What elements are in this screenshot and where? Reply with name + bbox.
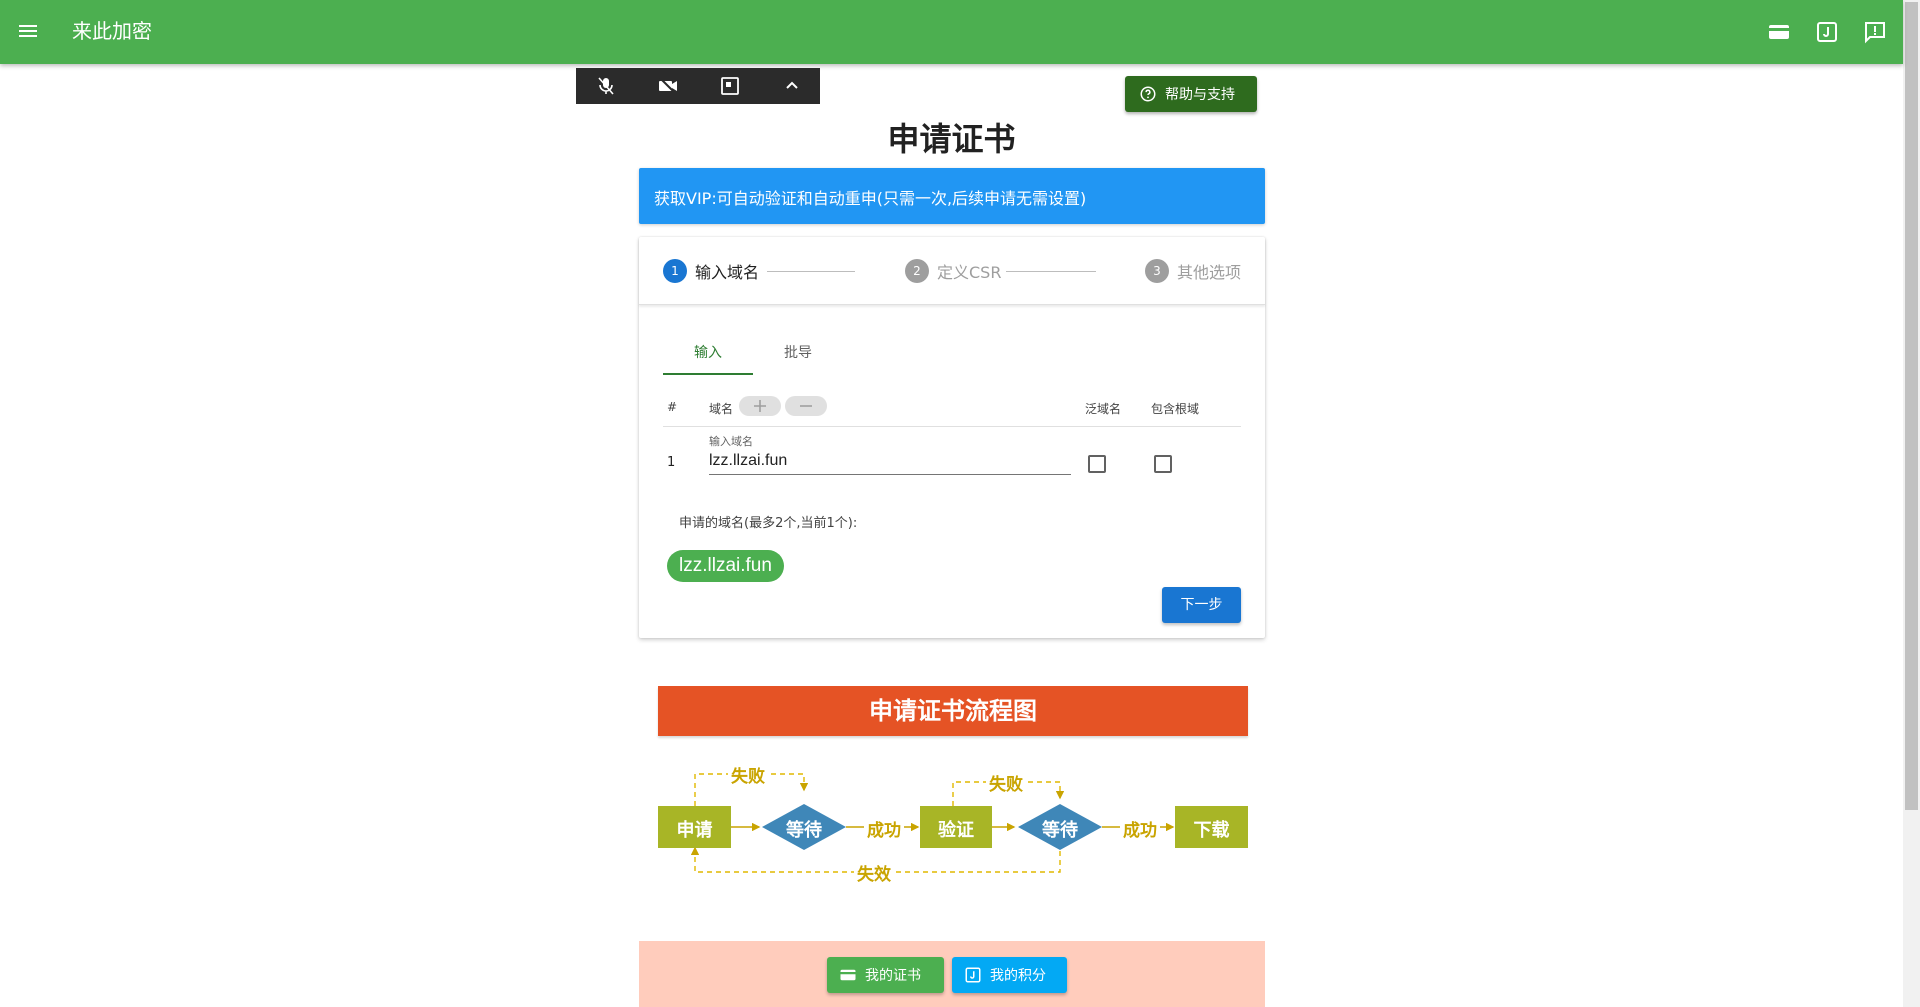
step-connector [1006,271,1096,272]
points-icon [965,967,981,983]
step-label: 定义CSR [937,263,1002,282]
node-verify-label: 验证 [938,820,974,841]
node-apply-label: 申请 [676,820,713,841]
chevron-up-icon[interactable] [780,74,804,98]
header-domain: 域名 [709,402,734,416]
vip-banner[interactable]: 获取VIP:可自动验证和自动重申(只需一次,后续申请无需设置) [639,168,1265,224]
applied-domains-label: 申请的域名(最多2个,当前1个): [679,516,858,531]
menu-icon[interactable] [16,19,40,43]
node-wait-2-label: 等待 [1042,820,1078,841]
domain-chip[interactable]: lzz.llzai.fun [667,550,784,582]
include-root-checkbox[interactable] [1154,455,1172,473]
certificate-flowchart: 申请证书流程图 申请 等待 验证 等待 下载 成功 成功 失败 失败 失效 [658,686,1248,886]
points-icon[interactable] [1815,20,1839,44]
node-wait-1-label: 等待 [786,820,822,841]
step-1[interactable]: 1 输入域名 [663,257,759,285]
my-points-button[interactable]: 我的积分 [952,957,1067,993]
next-step-button[interactable]: 下一步 [1162,587,1241,623]
page-title: 申请证书 [887,120,1016,158]
node-download-label: 下载 [1193,820,1230,841]
feedback-icon[interactable] [1863,20,1887,44]
tab-batch-import[interactable]: 批导 [753,331,843,375]
edge-success-2: 成功 [1120,816,1160,841]
camera-off-icon[interactable] [656,74,680,98]
header-include-root: 包含根域 [1151,402,1200,416]
table-row: 1 输入域名 [663,429,1241,489]
edge-fail-2: 失败 [986,770,1026,795]
help-support-button[interactable]: 帮助与支持 [1125,76,1257,112]
step-2[interactable]: 2 定义CSR [905,257,1001,285]
plus-icon [754,400,766,412]
video-toolbar [576,68,820,104]
help-support-label: 帮助与支持 [1165,87,1235,103]
wildcard-checkbox[interactable] [1088,455,1106,473]
step-number: 3 [1145,259,1169,283]
step-number: 1 [663,259,687,283]
header-wildcard: 泛域名 [1085,402,1122,416]
add-domain-button[interactable] [739,396,781,416]
edge-fail-1: 失败 [728,762,768,787]
step-connector [767,271,855,272]
step-label: 输入域名 [695,263,760,282]
apply-certificate-card: 1 输入域名 2 定义CSR 3 其他选项 输入 批导 # 域名 泛域名 包含根… [639,237,1265,638]
domain-input[interactable] [709,445,1071,475]
remove-domain-button[interactable] [785,396,827,416]
step-3[interactable]: 3 其他选项 [1145,257,1241,285]
row-index: 1 [667,455,676,470]
credit-card-icon [840,969,856,981]
domain-table-header: # 域名 泛域名 包含根域 [663,387,1241,427]
my-points-label: 我的积分 [990,968,1046,984]
scrollbar-thumb[interactable] [1905,2,1918,810]
bottom-actions: 我的证书 我的积分 [639,941,1265,1007]
help-circle-icon [1140,86,1156,102]
screen-share-icon[interactable] [718,74,742,98]
stepper: 1 输入域名 2 定义CSR 3 其他选项 [639,237,1265,305]
tab-input[interactable]: 输入 [663,331,753,375]
my-certificates-label: 我的证书 [865,968,921,984]
app-title: 来此加密 [72,19,152,43]
credit-card-icon[interactable] [1767,20,1791,44]
minus-icon [800,405,812,407]
vertical-scrollbar[interactable] [1903,0,1920,1007]
header-index: # [667,400,678,414]
my-certificates-button[interactable]: 我的证书 [827,957,944,993]
edge-success-1: 成功 [864,816,904,841]
edge-expire: 失效 [854,860,894,885]
step-label: 其他选项 [1177,263,1242,282]
app-bar: 来此加密 [0,0,1903,64]
step-number: 2 [905,259,929,283]
mic-off-icon[interactable] [594,74,618,98]
